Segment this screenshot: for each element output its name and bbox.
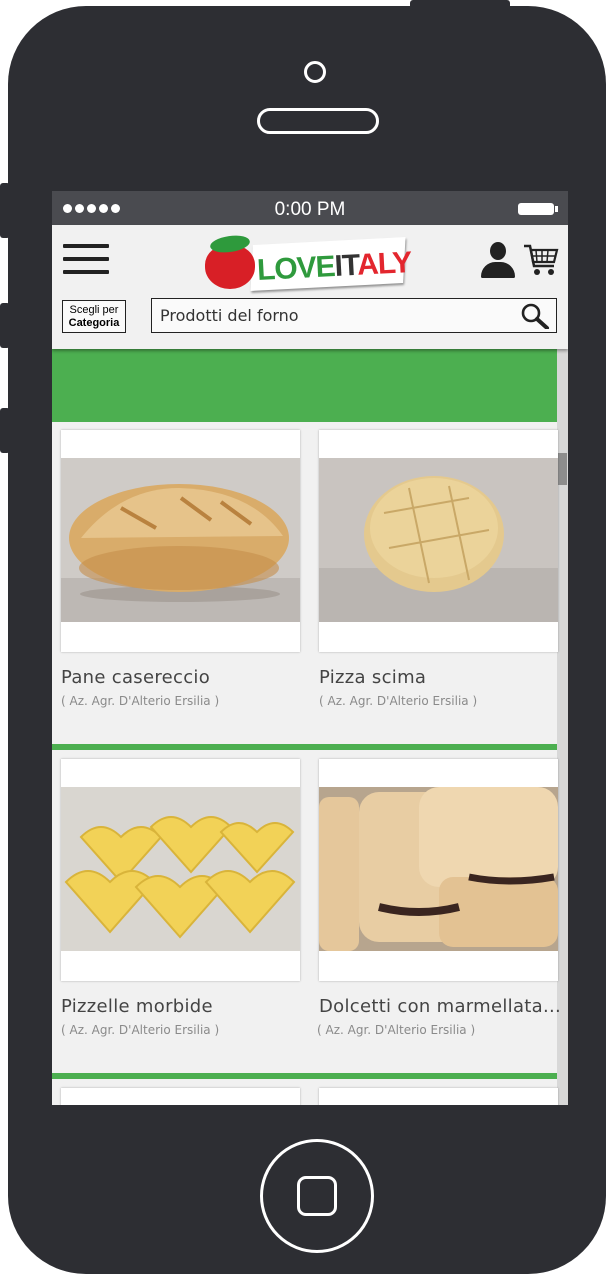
menu-icon[interactable] [63, 244, 109, 278]
promo-banner [52, 349, 557, 422]
product-card[interactable] [319, 759, 558, 981]
product-image-pastries [319, 787, 558, 951]
scrollbar-thumb[interactable] [558, 453, 567, 485]
battery-icon [518, 203, 558, 215]
camera-icon [304, 61, 326, 83]
product-card[interactable] [319, 430, 558, 652]
product-producer: ( Az. Agr. D'Alterio Ersilia ) [61, 1023, 220, 1037]
product-card[interactable] [61, 430, 300, 652]
search-bar [151, 298, 557, 333]
speaker-grille [257, 108, 379, 134]
cart-icon[interactable] [522, 240, 560, 278]
category-button[interactable]: Scegli per Categoria [62, 300, 126, 333]
row-divider [52, 1073, 557, 1079]
product-image-bread [61, 458, 300, 622]
volume-up-button[interactable] [0, 303, 10, 348]
product-card[interactable] [319, 1088, 558, 1105]
home-button[interactable] [260, 1139, 374, 1253]
mute-switch[interactable] [0, 183, 10, 238]
screen: 0:00 PM LOVEITALY Scegli per Categoria P… [52, 191, 568, 1105]
logo[interactable]: LOVEITALY [197, 231, 412, 293]
product-producer: ( Az. Agr. D'Alterio Ersilia ) [319, 694, 478, 708]
product-card[interactable] [61, 1088, 300, 1105]
row-divider [52, 744, 557, 750]
product-title[interactable]: Pizzelle morbide [61, 996, 213, 1017]
product-card[interactable] [61, 759, 300, 981]
user-icon[interactable] [481, 242, 515, 278]
product-title[interactable]: Pizza scima [319, 667, 426, 688]
product-image-waffles [61, 787, 300, 951]
product-image-pizza [319, 458, 558, 622]
category-line2: Categoria [68, 317, 120, 329]
search-icon[interactable] [520, 303, 550, 330]
status-bar: 0:00 PM [52, 191, 568, 225]
product-producer: ( Az. Agr. D'Alterio Ersilia ) [61, 694, 220, 708]
product-title[interactable]: Dolcetti con marmellata... [319, 996, 561, 1017]
app-header: LOVEITALY Scegli per Categoria [52, 225, 568, 349]
search-input[interactable] [160, 304, 510, 326]
status-time: 0:00 PM [274, 199, 346, 220]
product-title[interactable]: Pane casereccio [61, 667, 210, 688]
category-line1: Scegli per [69, 304, 119, 316]
power-button[interactable] [410, 0, 510, 10]
volume-down-button[interactable] [0, 408, 10, 453]
product-producer: ( Az. Agr. D'Alterio Ersilia ) [317, 1023, 476, 1037]
scrollbar[interactable] [557, 349, 568, 1105]
